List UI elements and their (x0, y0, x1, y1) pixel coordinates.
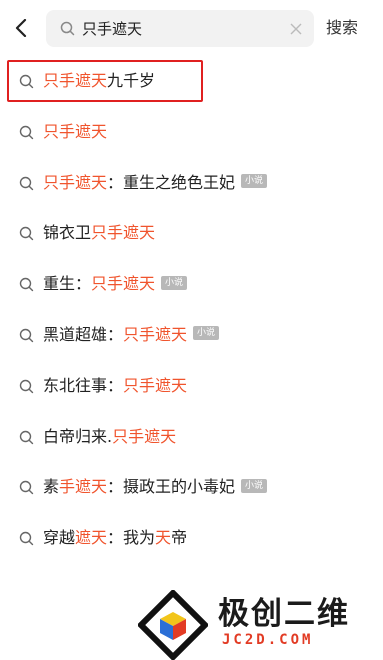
search-icon (19, 328, 34, 343)
search-icon (19, 531, 34, 546)
suggestion-text: 只手遮天 (43, 107, 107, 157)
suggestion-text: 重生：只手遮天 小说 (43, 259, 188, 309)
suggestion-text: 白帝归来.只手遮天 (43, 412, 176, 462)
novel-tag-badge: 小说 (193, 326, 220, 341)
highlighted-keyword: 天 (155, 528, 172, 548)
suggestion-item[interactable]: 黑道超雄：只手遮天 小说 (0, 310, 383, 361)
search-icon (60, 21, 75, 36)
watermark-url: JC2D.COM (222, 632, 314, 648)
highlighted-keyword: 只手遮天 (123, 324, 188, 344)
highlighted-keyword: 手遮天 (59, 477, 108, 497)
close-icon (290, 23, 302, 35)
search-icon (19, 277, 34, 292)
suggestion-text: 黑道超雄：只手遮天 小说 (43, 310, 220, 360)
search-input[interactable] (82, 10, 282, 47)
highlighted-keyword: 只手遮天 (91, 274, 156, 294)
suggestion-text-part: 素 (43, 477, 60, 497)
highlighted-keyword: 只手遮天 (43, 172, 108, 192)
suggestion-text-part: ：我为 (107, 528, 156, 548)
top-bar: 搜索 (0, 0, 383, 56)
suggestion-text-part: 重生： (43, 274, 92, 294)
search-icon (19, 176, 34, 190)
novel-tag-badge: 小说 (241, 478, 268, 493)
suggestion-item[interactable]: 白帝归来.只手遮天 (0, 412, 383, 463)
suggestion-list: 只手遮天九千岁 只手遮天 只手遮天：重生之绝色王妃 小说 锦衣卫只手遮天 重生：只手遮天小… (0, 56, 383, 564)
suggestion-text-part: 东北往事： (43, 375, 124, 395)
suggestion-text: 锦衣卫只手遮天 (43, 208, 155, 258)
highlighted-keyword: 只手遮天 (112, 426, 177, 446)
suggestion-text-part: ：摄政王的小毒妃 (107, 477, 236, 497)
suggestion-item[interactable]: 穿越遮天：我为天帝 (0, 513, 383, 564)
suggestion-text: 只手遮天：重生之绝色王妃 小说 (43, 158, 268, 208)
highlighted-keyword: 只手遮天 (91, 223, 156, 243)
suggestion-item[interactable]: 只手遮天 (0, 107, 383, 158)
highlighted-keyword: 只手遮天 (43, 121, 108, 141)
novel-tag-badge: 小说 (241, 174, 268, 189)
suggestion-text-part: 穿越 (43, 528, 76, 548)
highlighted-keyword: 遮天 (75, 528, 108, 548)
search-icon (19, 125, 34, 139)
highlighted-keyword: 只手遮天 (123, 375, 188, 395)
suggestion-text-part: 白帝归来. (43, 426, 113, 446)
suggestion-text-part: 锦衣卫 (43, 223, 92, 243)
chevron-left-icon (15, 19, 27, 37)
search-button[interactable]: 搜索 (326, 18, 358, 38)
watermark: 极创二维 JC2D.COM (138, 584, 383, 660)
search-icon (19, 379, 34, 393)
watermark-title: 极创二维 (218, 596, 350, 632)
novel-tag-badge: 小说 (161, 275, 188, 290)
annotation-highlight-box (7, 60, 203, 102)
cube-logo-icon (138, 590, 208, 660)
search-box[interactable] (46, 10, 314, 47)
suggestion-text: 素手遮天：摄政王的小毒妃 小说 (43, 462, 268, 512)
suggestion-text-part: 黑道超雄： (43, 324, 124, 344)
suggestion-item[interactable]: 锦衣卫只手遮天 (0, 208, 383, 259)
search-icon (19, 481, 34, 495)
suggestion-item[interactable]: 东北往事：只手遮天 (0, 361, 383, 412)
suggestion-text: 东北往事：只手遮天 (43, 361, 187, 411)
suggestion-text-part: ：重生之绝色王妃 (107, 172, 236, 192)
search-icon (19, 227, 34, 241)
back-button[interactable] (8, 12, 36, 44)
suggestion-item[interactable]: 只手遮天：重生之绝色王妃 小说 (0, 158, 383, 209)
suggestion-item[interactable]: 重生：只手遮天 小说 (0, 259, 383, 310)
suggestion-text: 穿越遮天：我为天帝 (43, 513, 187, 563)
clear-button[interactable] (286, 19, 306, 39)
suggestion-item[interactable]: 素手遮天：摄政王的小毒妃 小说 (0, 462, 383, 513)
search-icon (19, 430, 34, 444)
suggestion-text-part: 帝 (171, 528, 188, 548)
